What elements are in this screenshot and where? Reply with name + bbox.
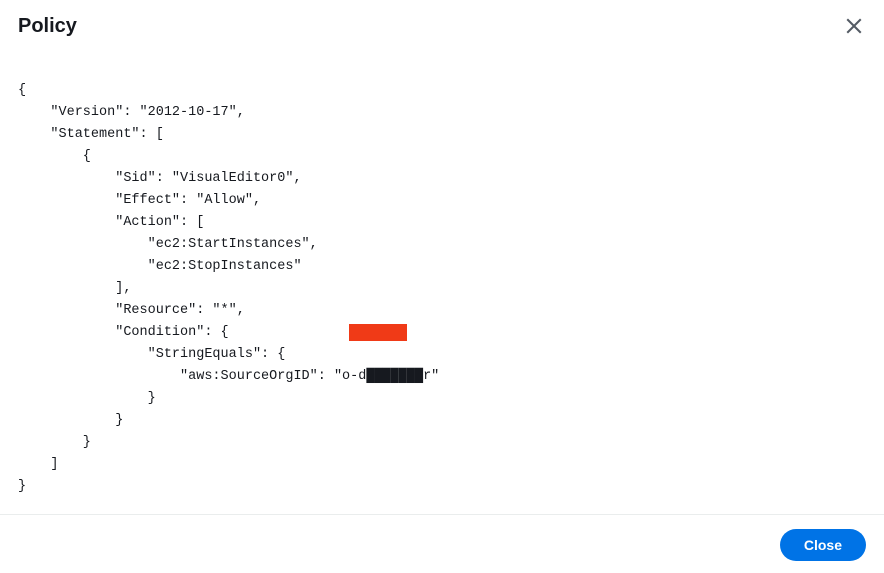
code-line: "Statement": [	[18, 127, 164, 142]
code-line: }	[18, 413, 123, 428]
code-line: }	[18, 479, 26, 494]
code-line: "Sid": "VisualEditor0",	[18, 171, 302, 186]
code-line: "StringEquals": {	[18, 347, 285, 362]
code-line: "ec2:StartInstances",	[18, 237, 318, 252]
policy-json: { "Version": "2012-10-17", "Statement": …	[18, 58, 866, 542]
close-button[interactable]: Close	[780, 529, 866, 561]
close-icon[interactable]	[842, 14, 866, 38]
dialog-title: Policy	[18, 15, 77, 38]
code-line: ]	[18, 457, 59, 472]
code-line: }	[18, 391, 156, 406]
code-line: "aws:SourceOrgID": "o-d███████r"	[18, 369, 439, 384]
code-line: "ec2:StopInstances"	[18, 259, 302, 274]
code-line: "Version": "2012-10-17",	[18, 105, 245, 120]
dialog-footer: Close	[0, 514, 884, 573]
code-line: {	[18, 149, 91, 164]
dialog-body: { "Version": "2012-10-17", "Statement": …	[0, 38, 884, 552]
code-line: {	[18, 83, 26, 98]
code-line: }	[18, 435, 91, 450]
code-line: "Action": [	[18, 215, 204, 230]
code-line: ],	[18, 281, 131, 296]
code-line: "Resource": "*",	[18, 303, 245, 318]
code-line: "Condition": {	[18, 325, 229, 340]
redaction-block	[349, 324, 407, 341]
dialog-header: Policy	[0, 0, 884, 38]
code-line: "Effect": "Allow",	[18, 193, 261, 208]
